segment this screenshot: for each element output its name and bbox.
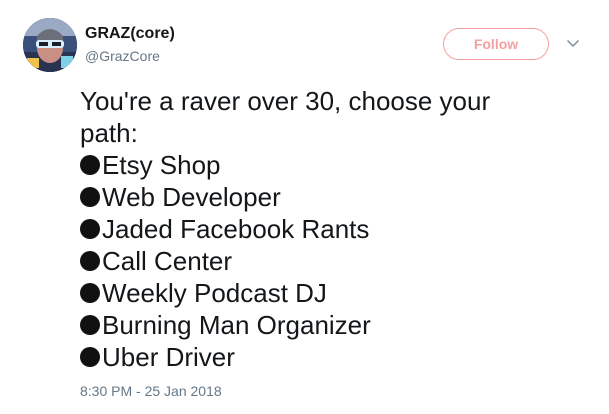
display-name[interactable]: GRAZ(core) — [85, 25, 175, 43]
black-circle-icon — [80, 155, 100, 175]
tweet-text: You're a raver over 30, choose your path… — [80, 85, 580, 373]
chevron-down-icon — [567, 40, 579, 47]
tweet-intro-line: path: — [80, 118, 138, 148]
follow-button[interactable]: Follow — [443, 28, 549, 60]
tweet-intro-line: You're a raver over 30, choose your — [80, 86, 491, 116]
tweet-timestamp[interactable]: 8:30 PM - 25 Jan 2018 — [80, 383, 222, 399]
user-handle[interactable]: @GrazCore — [85, 48, 160, 64]
black-circle-icon — [80, 251, 100, 271]
tweet-header: GRAZ(core) @GrazCore Follow — [23, 18, 593, 72]
option-item: Weekly Podcast DJ — [80, 277, 580, 309]
black-circle-icon — [80, 347, 100, 367]
avatar[interactable] — [23, 18, 77, 72]
tweet: GRAZ(core) @GrazCore Follow You're a rav… — [0, 0, 609, 414]
option-item: Jaded Facebook Rants — [80, 213, 580, 245]
option-label: Burning Man Organizer — [102, 310, 371, 340]
option-item: Etsy Shop — [80, 149, 580, 181]
black-circle-icon — [80, 219, 100, 239]
avatar-image — [23, 18, 77, 72]
option-item: Uber Driver — [80, 341, 580, 373]
option-label: Web Developer — [102, 182, 281, 212]
option-item: Web Developer — [80, 181, 580, 213]
option-label: Etsy Shop — [102, 150, 221, 180]
option-label: Weekly Podcast DJ — [102, 278, 327, 308]
black-circle-icon — [80, 187, 100, 207]
option-item: Burning Man Organizer — [80, 309, 580, 341]
black-circle-icon — [80, 315, 100, 335]
option-label: Jaded Facebook Rants — [102, 214, 370, 244]
option-item: Call Center — [80, 245, 580, 277]
option-label: Call Center — [102, 246, 233, 276]
more-options-button[interactable] — [563, 34, 583, 54]
option-label: Uber Driver — [102, 342, 235, 372]
black-circle-icon — [80, 283, 100, 303]
